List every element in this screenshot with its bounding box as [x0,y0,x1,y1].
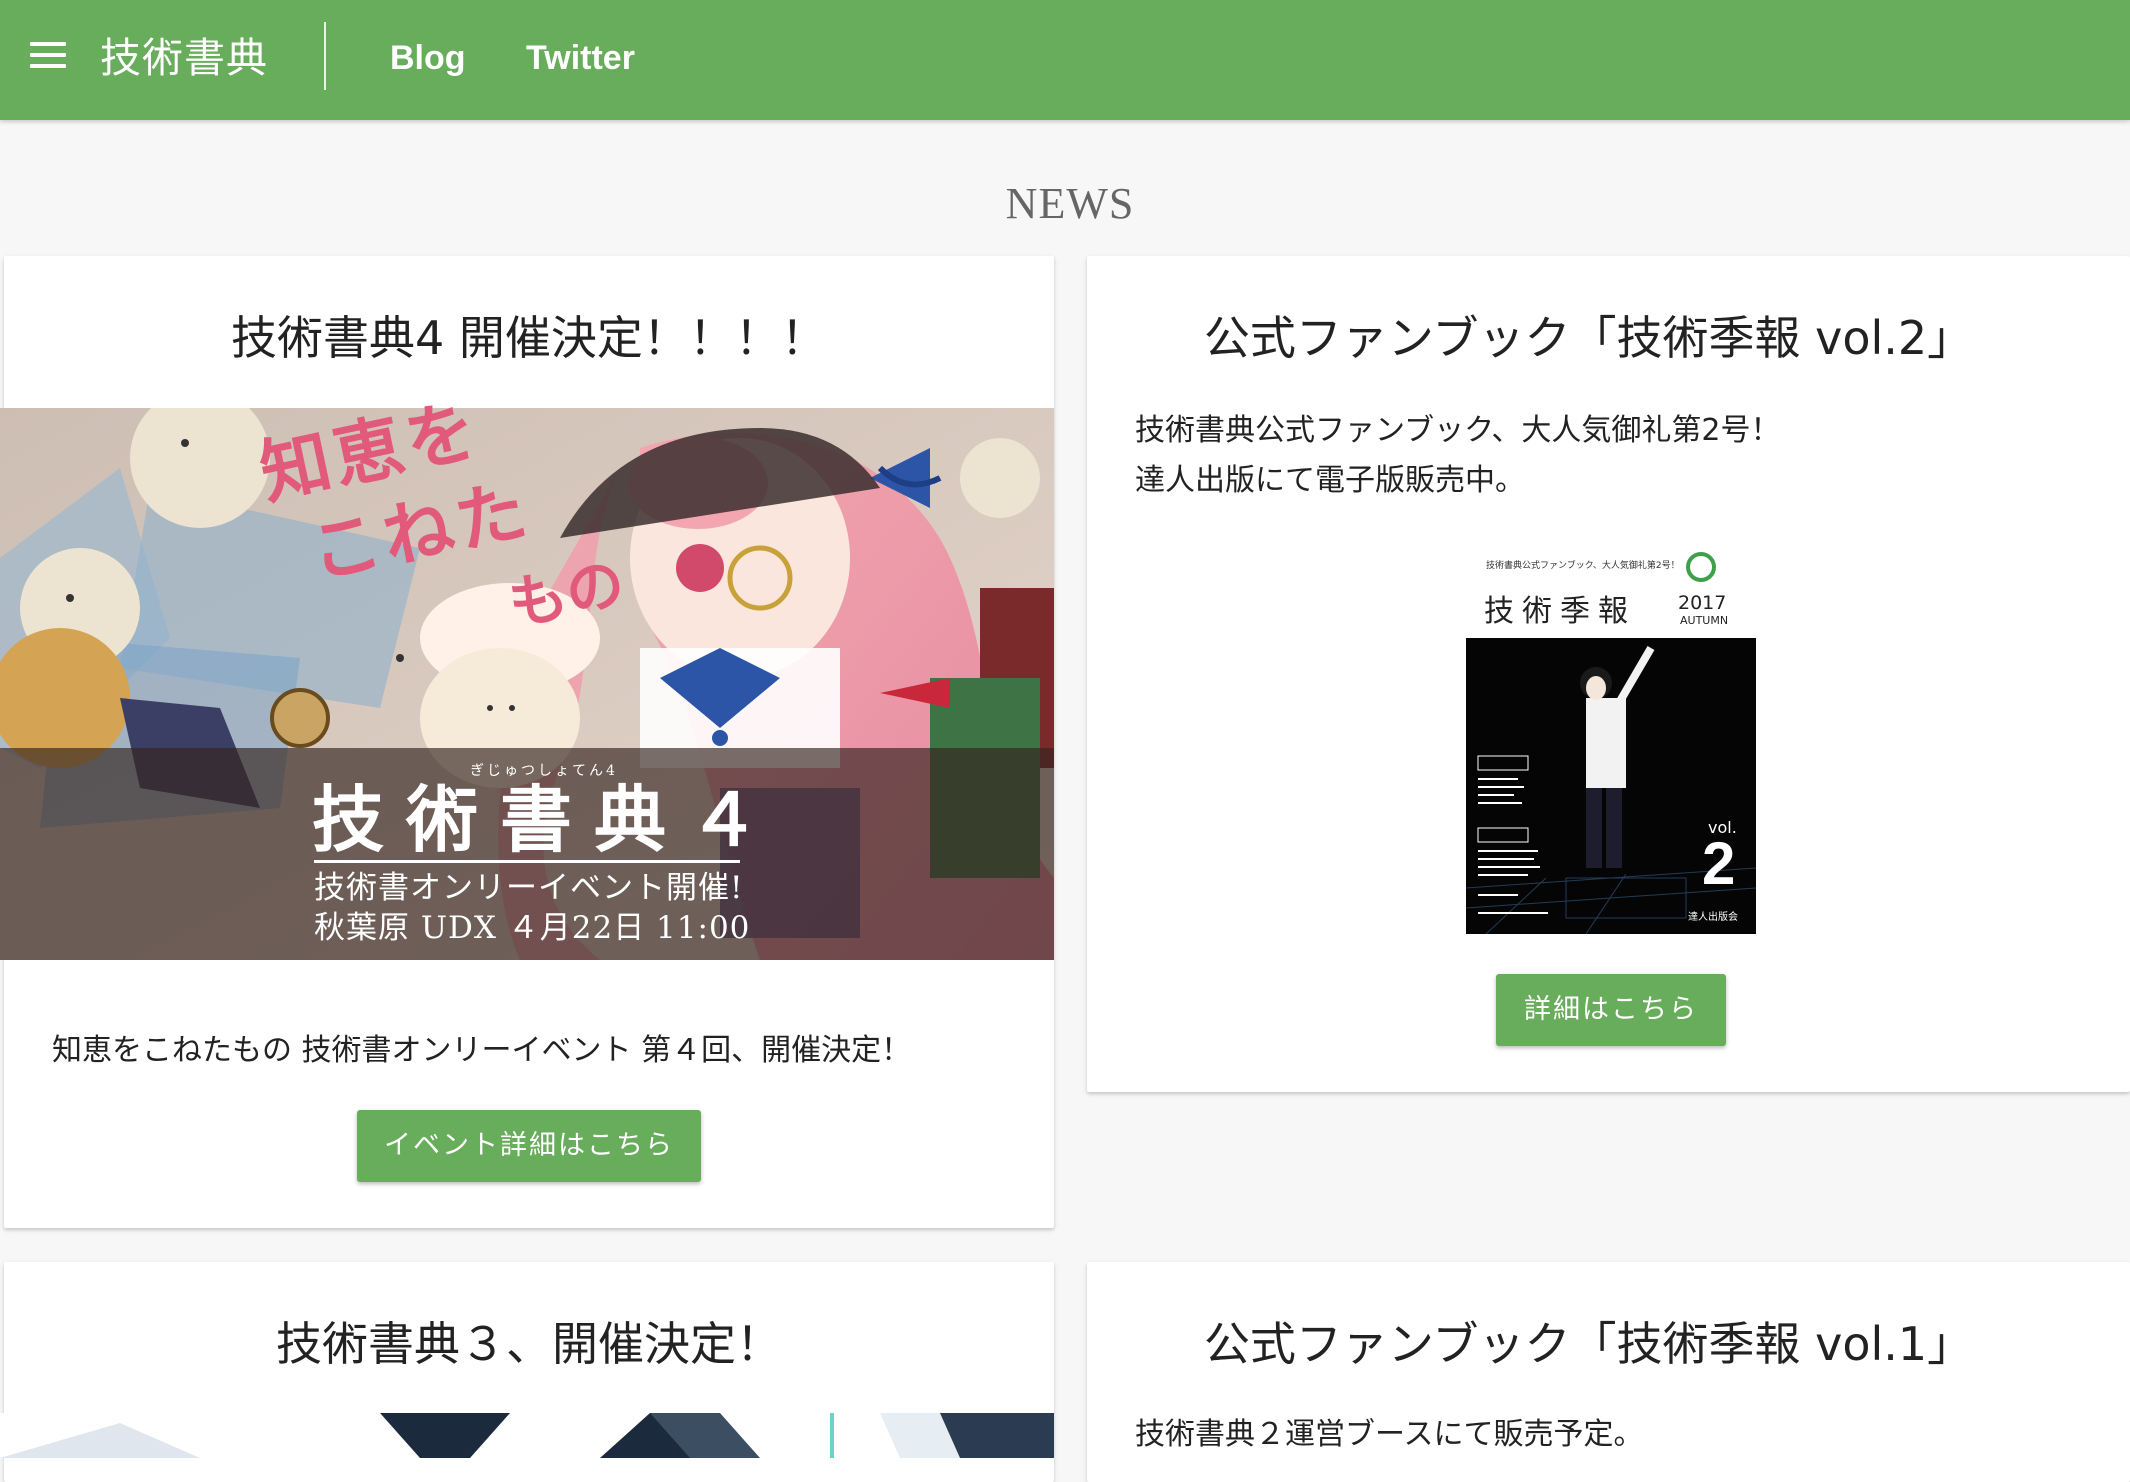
section-title-news: NEWS [1005,179,1135,228]
banner-date-line: 秋葉原 UDX ４月22日 11:00 [314,910,751,946]
event-detail-button[interactable]: イベント詳細はこちら [357,1110,701,1182]
cover-vol-number: 2 [1702,830,1736,897]
techbookfest-logo-icon [1686,552,1716,582]
banner-underline [314,860,740,863]
card-body-line-2: 達人出版にて電子版販売中。 [1135,463,1525,498]
banner-subtitle: 技術書オンリーイベント開催! [314,870,744,906]
cover-publisher: 達人出版会 [1688,912,1738,923]
hamburger-menu-icon[interactable] [30,42,66,68]
cover-header-text: 技術書典公式ファンブック、大人気御礼第2号！ [1486,561,1680,571]
banner-artwork-partial [0,1413,1054,1458]
site-brand[interactable]: 技術書典 [100,30,268,86]
nav-link-blog[interactable]: Blog [390,36,466,80]
cover-season: AUTUMN [1680,614,1729,627]
fanbook-cover-image[interactable]: 技術書典公式ファンブック、大人気御礼第2号！ 技術季報 2017 AUTUMN [1465,548,1757,935]
card-body-line-1: 技術書典２運営ブースにて販売予定。 [1135,1417,1644,1452]
fanbook-detail-button[interactable]: 詳細はこちら [1496,974,1726,1046]
cover-title: 技術季報 [1484,594,1636,629]
nav-link-twitter[interactable]: Twitter [526,36,635,80]
card-title: 公式ファンブック「技術季報 vol.2」 [1203,311,1974,365]
news-card-fanbook-vol1: 公式ファンブック「技術季報 vol.1」 技術書典２運営ブースにて販売予定。 [1087,1262,2130,1482]
card-title: 技術書典4 開催決定！！！！ [231,311,827,365]
card-body-text: 知恵をこねたもの 技術書オンリーイベント 第４回、開催決定！ [52,1033,912,1068]
cover-year: 2017 [1678,592,1727,614]
card-title: 技術書典３、開催決定！ [276,1317,782,1371]
card-body-line-1: 技術書典公式ファンブック、大人気御礼第2号！ [1135,413,1781,448]
top-navbar: 技術書典 Blog Twitter [0,0,2130,120]
banner-title: 技術書典４ [312,777,783,862]
techbookfest3-banner-image[interactable] [0,1413,1054,1458]
card-title: 公式ファンブック「技術季報 vol.1」 [1203,1317,1974,1371]
nav-divider [324,22,326,90]
